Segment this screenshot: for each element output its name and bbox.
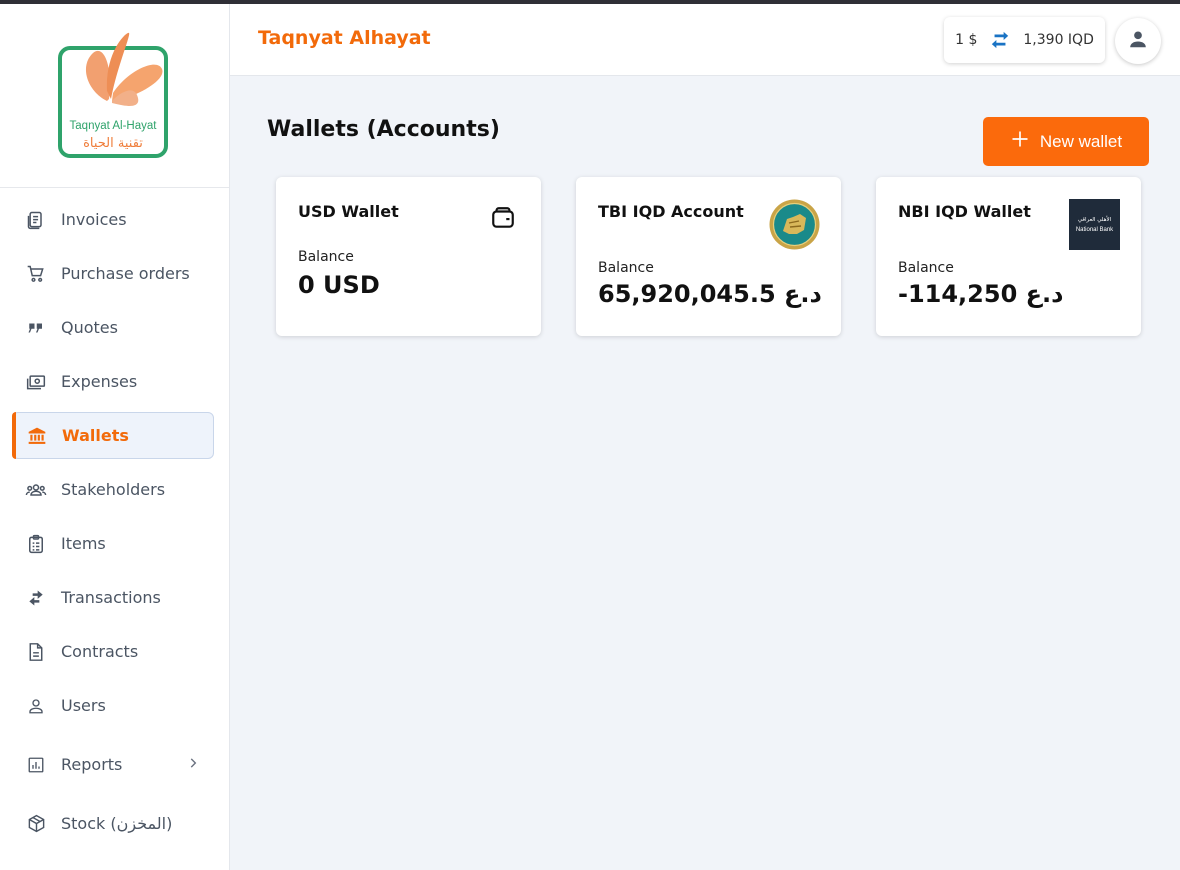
wallet-name: TBI IQD Account: [598, 202, 744, 221]
logo-text-en: Taqnyat Al-Hayat: [70, 120, 158, 132]
sidebar-item-purchase-orders[interactable]: Purchase orders: [12, 250, 214, 297]
balance-label: Balance: [298, 249, 354, 265]
sidebar-nav: Invoices Purchase orders Quotes Expenses…: [0, 188, 229, 847]
balance-label: Balance: [898, 260, 954, 276]
exchange-rate-widget[interactable]: 1 $ 1,390 IQD: [944, 17, 1105, 63]
sidebar-item-stakeholders[interactable]: Stakeholders: [12, 466, 214, 513]
balance-value: -114,250 د.ع: [898, 280, 1064, 308]
sidebar-item-label: Stakeholders: [61, 480, 166, 499]
balance-value: 65,920,045.5 د.ع: [598, 280, 822, 308]
bank-icon: [26, 425, 48, 447]
rate-usd: 1 $: [955, 32, 978, 48]
invoice-icon: [25, 209, 47, 231]
sidebar-item-invoices[interactable]: Invoices: [12, 196, 214, 243]
sidebar-item-label: Wallets: [62, 426, 129, 445]
person-icon: [1127, 28, 1149, 54]
wallet-name: USD Wallet: [298, 202, 399, 221]
sidebar-item-label: Contracts: [61, 642, 139, 661]
brand-title: Taqnyat Alhayat: [258, 27, 431, 49]
user-avatar-button[interactable]: [1115, 18, 1161, 64]
wallet-name: NBI IQD Wallet: [898, 202, 1031, 221]
box-icon: [25, 813, 47, 835]
logo-text-ar: تقنية الحياة: [83, 136, 143, 151]
sidebar-item-label: Stock (المخزن): [61, 814, 173, 833]
swap-horizontal-icon: [989, 30, 1011, 50]
sidebar-item-items[interactable]: Items: [12, 520, 214, 567]
top-header: Taqnyat Alhayat 1 $ 1,390 IQD: [230, 4, 1180, 76]
wallet-card-nbi[interactable]: NBI IQD Wallet الأهلي العراقي National B…: [876, 177, 1141, 336]
sidebar-item-users[interactable]: Users: [12, 682, 214, 729]
sidebar-item-label: Reports: [61, 755, 123, 774]
people-icon: [25, 479, 47, 501]
new-wallet-button[interactable]: New wallet: [983, 117, 1149, 166]
wallet-card-tbi[interactable]: TBI IQD Account Balance 65,920,045.5 د.ع: [576, 177, 841, 336]
sidebar-item-label: Expenses: [61, 372, 138, 391]
logo-area: Taqnyat Al-Hayat تقنية الحياة: [0, 4, 229, 188]
sidebar-item-contracts[interactable]: Contracts: [12, 628, 214, 675]
wallet-card-usd[interactable]: USD Wallet Balance 0 USD: [276, 177, 541, 336]
cart-icon: [25, 263, 47, 285]
quote-icon: [25, 317, 47, 339]
sidebar-item-label: Purchase orders: [61, 264, 190, 283]
plus-icon: [1010, 129, 1030, 154]
sidebar-item-reports[interactable]: Reports: [12, 741, 214, 788]
sidebar-item-wallets[interactable]: Wallets: [12, 412, 214, 459]
sidebar-item-label: Quotes: [61, 318, 118, 337]
new-wallet-label: New wallet: [1039, 131, 1123, 151]
sidebar-item-expenses[interactable]: Expenses: [12, 358, 214, 405]
chart-icon: [25, 754, 47, 776]
svg-text:National Bank: National Bank: [1076, 227, 1114, 233]
sidebar: Taqnyat Al-Hayat تقنية الحياة Invoices P…: [0, 4, 230, 870]
balance-value: 0 USD: [298, 271, 380, 299]
sidebar-item-label: Items: [61, 534, 106, 553]
tbi-logo: [769, 199, 820, 254]
sidebar-item-label: Invoices: [61, 210, 127, 229]
transfer-icon: [25, 587, 47, 609]
company-logo[interactable]: Taqnyat Al-Hayat تقنية الحياة: [57, 31, 169, 160]
sidebar-item-transactions[interactable]: Transactions: [12, 574, 214, 621]
svg-text:الأهلي العراقي: الأهلي العراقي: [1078, 215, 1112, 223]
clipboard-icon: [25, 533, 47, 555]
sidebar-item-stock[interactable]: Stock (المخزن): [12, 800, 214, 847]
user-icon: [25, 695, 47, 717]
sidebar-item-label: Users: [61, 696, 106, 715]
balance-label: Balance: [598, 260, 654, 276]
rate-iqd: 1,390 IQD: [1023, 32, 1094, 48]
cash-icon: [25, 371, 47, 393]
sidebar-item-quotes[interactable]: Quotes: [12, 304, 214, 351]
document-icon: [25, 641, 47, 663]
nbi-logo: الأهلي العراقي National Bank: [1069, 199, 1120, 254]
page-title: Wallets (Accounts): [267, 117, 500, 142]
wallet-icon: [490, 205, 516, 235]
chevron-right-icon: [186, 755, 200, 774]
sidebar-item-label: Transactions: [61, 588, 161, 607]
